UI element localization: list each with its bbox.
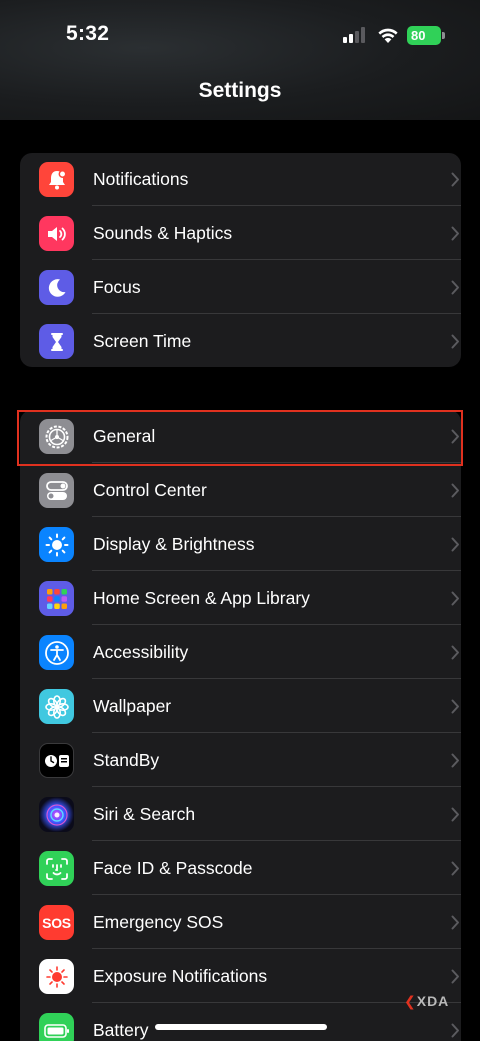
chevron-right-icon: [451, 591, 459, 606]
chevron-right-icon: [451, 645, 459, 660]
gear-icon: [39, 419, 74, 454]
settings-item-notifications[interactable]: Notifications: [20, 153, 461, 206]
battery-icon: 80: [407, 26, 445, 45]
settings-item-control-center[interactable]: Control Center: [20, 464, 461, 517]
page-title: Settings: [198, 79, 282, 102]
settings-item-general[interactable]: General: [20, 410, 461, 463]
row-divider: [92, 313, 461, 314]
settings-item-home-screen[interactable]: Home Screen & App Library: [20, 572, 461, 625]
settings-item-label: Focus: [93, 277, 141, 297]
row-divider: [92, 570, 461, 571]
chevron-right-icon: [451, 334, 459, 349]
settings-item-label: Siri & Search: [93, 804, 196, 824]
hourglass-icon: [39, 324, 74, 359]
moon-icon: [39, 270, 74, 305]
home-indicator[interactable]: [155, 1024, 327, 1030]
face-id-icon: [39, 851, 74, 886]
accessibility-icon: [39, 635, 74, 670]
settings-group-2: General Control Center Display & Brightn…: [20, 410, 461, 1041]
settings-item-label: StandBy: [93, 750, 160, 770]
chevron-right-icon: [451, 699, 459, 714]
row-divider: [92, 732, 461, 733]
row-divider: [92, 840, 461, 841]
status-time: 5:32: [66, 22, 110, 45]
settings-item-accessibility[interactable]: Accessibility: [20, 626, 461, 679]
settings-item-label: Exposure Notifications: [93, 966, 268, 986]
settings-item-emergency-sos[interactable]: SOS Emergency SOS: [20, 896, 461, 949]
chevron-right-icon: [451, 226, 459, 241]
row-divider: [92, 462, 461, 463]
row-divider: [92, 894, 461, 895]
row-divider: [92, 678, 461, 679]
row-divider: [92, 786, 461, 787]
settings-item-face-id[interactable]: Face ID & Passcode: [20, 842, 461, 895]
bell-icon: [39, 162, 74, 197]
settings-item-wallpaper[interactable]: Wallpaper: [20, 680, 461, 733]
settings-item-label: Battery: [93, 1020, 149, 1040]
sos-icon: SOS: [39, 905, 74, 940]
flower-icon: [39, 689, 74, 724]
chevron-right-icon: [451, 915, 459, 930]
settings-item-siri-search[interactable]: Siri & Search: [20, 788, 461, 841]
chevron-right-icon: [451, 1023, 459, 1038]
chevron-right-icon: [451, 280, 459, 295]
chevron-right-icon: [451, 537, 459, 552]
speaker-icon: [39, 216, 74, 251]
siri-icon: [39, 797, 74, 832]
settings-group-1: Notifications Sounds & Haptics Focus Scr…: [20, 153, 461, 367]
settings-item-label: Emergency SOS: [93, 912, 224, 932]
chevron-right-icon: [451, 969, 459, 984]
settings-item-standby[interactable]: StandBy: [20, 734, 461, 787]
xda-watermark: ❮XDA: [404, 993, 450, 1009]
wifi-icon: [378, 28, 398, 43]
row-divider: [92, 259, 461, 260]
settings-item-label: Screen Time: [93, 331, 192, 351]
row-divider: [92, 205, 461, 206]
chevron-right-icon: [451, 753, 459, 768]
cellular-signal-icon: [343, 27, 365, 43]
row-divider: [92, 516, 461, 517]
settings-item-label: Display & Brightness: [93, 534, 255, 554]
settings-item-label: Accessibility: [93, 642, 189, 662]
settings-item-label: General: [93, 426, 156, 446]
settings-item-label: Sounds & Haptics: [93, 223, 233, 243]
settings-item-label: Face ID & Passcode: [93, 858, 253, 878]
battery-app-icon: [39, 1013, 74, 1041]
row-divider: [92, 948, 461, 949]
settings-item-focus[interactable]: Focus: [20, 261, 461, 314]
chevron-right-icon: [451, 807, 459, 822]
chevron-right-icon: [451, 172, 459, 187]
settings-item-label: Notifications: [93, 169, 189, 189]
settings-item-display-brightness[interactable]: Display & Brightness: [20, 518, 461, 571]
sos-icon-label: SOS: [42, 914, 71, 931]
toggles-icon: [39, 473, 74, 508]
settings-item-sounds-haptics[interactable]: Sounds & Haptics: [20, 207, 461, 260]
settings-item-label: Control Center: [93, 480, 207, 500]
chevron-right-icon: [451, 429, 459, 444]
watermark-text: XDA: [416, 993, 450, 1009]
navigation-bar: 5:32 80 Settings: [0, 0, 480, 120]
settings-item-label: Wallpaper: [93, 696, 172, 716]
settings-item-exposure-notifications[interactable]: Exposure Notifications: [20, 950, 461, 1003]
settings-screen: 5:32 80 Settings Notifications Sounds & …: [0, 0, 480, 1041]
app-grid-icon: [39, 581, 74, 616]
standby-icon: [39, 743, 74, 778]
exposure-icon: [39, 959, 74, 994]
chevron-right-icon: [451, 861, 459, 876]
settings-item-screen-time[interactable]: Screen Time: [20, 315, 461, 367]
sun-icon: [39, 527, 74, 562]
chevron-right-icon: [451, 483, 459, 498]
settings-item-battery[interactable]: Battery: [20, 1004, 461, 1041]
row-divider: [92, 624, 461, 625]
settings-item-label: Home Screen & App Library: [93, 588, 310, 608]
